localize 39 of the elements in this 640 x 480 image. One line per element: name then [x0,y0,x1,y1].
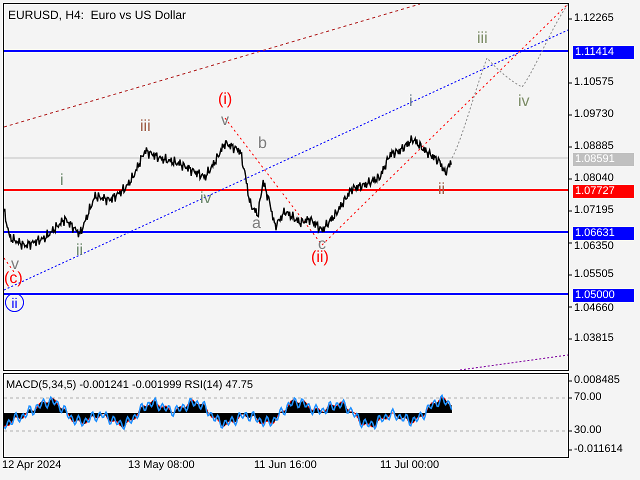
wave-label: ii [76,243,84,259]
price-tick-label: 1.07195 [574,205,614,216]
time-axis-label: 11 Jul 00:00 [380,460,440,471]
price-tick-label: 1.04660 [574,303,614,314]
time-axis-label: 11 Jun 16:00 [254,460,317,471]
wave-label: i [409,94,413,110]
indicator-axis-label: -0.011614 [574,444,623,455]
wave-label: b [258,136,267,152]
time-axis-label: 13 May 08:00 [128,460,195,471]
wave-label: a [252,216,261,232]
indicator-axis-label: 70.00 [574,392,602,403]
price-tag: 1.11414 [573,46,634,59]
chart-title: EURUSD, H4: Euro vs US Dollar [8,7,186,24]
indicator-title: MACD(5,34,5) -0.001241 -0.001999 RSI(14) 47.75 [6,378,254,393]
price-tag: 1.05000 [573,289,634,302]
wave-label: ii [5,293,24,312]
price-tag: 1.07727 [573,185,634,198]
time-axis-label: 12 Apr 2024 [2,460,62,471]
price-tick-label: 1.12265 [574,13,614,24]
wave-label: (i) [218,92,232,108]
price-tick-label: 1.08885 [574,141,614,152]
wave-label: i [60,173,64,189]
indicator-axis-label: 30.00 [574,425,602,436]
wave-label: iii [477,31,488,47]
price-tick-label: 1.05505 [574,269,614,280]
wave-label: v [221,113,229,129]
wave-label: v [11,257,19,273]
wave-label: iv [518,94,530,110]
price-tick-label: 1.08040 [574,173,614,184]
wave-label: iv [200,191,212,207]
price-tag: 1.06631 [573,227,634,240]
wave-label: (c) [4,271,23,287]
price-tick-label: 1.10575 [574,77,614,88]
price-tick-label: 1.03815 [574,333,614,344]
price-tick-label: 1.06350 [574,241,614,252]
indicator-axis-label: 0.008485 [574,375,620,386]
price-tick-label: 1.09730 [574,109,614,120]
wave-label: iii [140,119,151,135]
price-tag: 1.08591 [573,153,634,166]
